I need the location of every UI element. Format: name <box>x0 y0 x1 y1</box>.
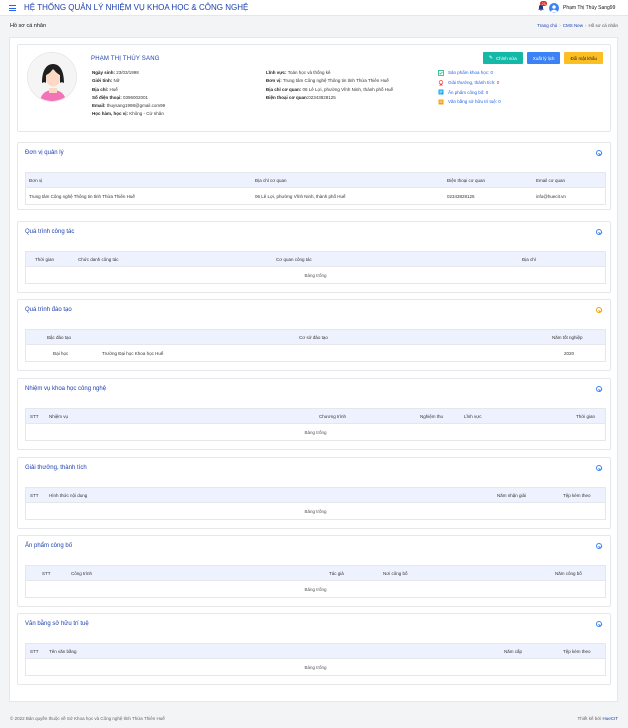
footer-copyright: © 2022 Bản quyền thuộc về Sở Khoa học và… <box>10 716 165 721</box>
app-title: HỆ THỐNG QUẢN LÝ NHIỆM VỤ KHOA HỌC & CÔN… <box>24 3 249 12</box>
breadcrumb-cms[interactable]: CMS New <box>563 23 583 28</box>
collapse-icon[interactable] <box>596 465 602 471</box>
top-navbar: HỆ THỐNG QUẢN LÝ NHIỆM VỤ KHOA HỌC & CÔN… <box>0 0 628 16</box>
award-icon <box>438 79 444 86</box>
hamburger-menu-icon[interactable] <box>9 5 16 11</box>
stat-publications[interactable]: Ấn phẩm công bố: 0 <box>438 88 501 98</box>
notification-badge: 21 <box>540 1 548 6</box>
email-row: Email: thuysang1998@gmail.com99 <box>92 103 166 109</box>
table-header: Bậc đào tạo Cơ sở đào tạo Năm tốt nghiệp <box>26 330 605 345</box>
awards-table: STT Hình thức nội dung Năm nhận giải Tệp… <box>25 487 606 520</box>
profile-info-left: Ngày sinh: 23/03/1998 Giới tính: Nữ Địa … <box>92 69 165 119</box>
footer-credit: Thiết kế bởi HueCIT <box>577 716 619 721</box>
stat-ip-certificates[interactable]: Văn bằng sở hữu trí tuệ: 0 <box>438 97 501 107</box>
profile-info-right: Lĩnh vực: Toán học và thống kê Đơn vị: T… <box>266 69 393 102</box>
work-table: Thời gian Chức danh công tác Cơ quan côn… <box>25 251 606 284</box>
table-header: STT Công trình Tác giả Nơi công bố Năm c… <box>26 566 605 581</box>
profile-stats: Sản phẩm khoa học: 0 Giải thưởng, thành … <box>438 68 501 107</box>
certificate-icon <box>438 99 444 105</box>
phone-row: Số điện thoại: 0396002001 <box>92 94 149 100</box>
table-empty-row: Bảng trống <box>304 665 327 670</box>
collapse-icon[interactable] <box>596 543 602 549</box>
tasks-table: STT Nhiệm vụ Chương trình Nghiệm thu Lĩn… <box>25 408 606 441</box>
profile-name: PHẠM THỊ THÚY SANG <box>91 56 160 62</box>
profile-actions: ✎ Chỉnh sửa Xuất lý lịch Đổi mật khẩu <box>482 52 603 64</box>
section-title: Ấn phẩm công bố <box>25 543 73 549</box>
section-title: Quá trình công tác <box>25 229 75 235</box>
profile-card: PHẠM THỊ THÚY SANG Ngày sinh: 23/03/1998… <box>17 44 611 132</box>
change-password-button[interactable]: Đổi mật khẩu <box>564 52 603 64</box>
unit-row: Đơn vị: Trung tâm Công nghệ Thông tin tỉ… <box>266 78 389 84</box>
table-header: Thời gian Chức danh công tác Cơ quan côn… <box>26 252 605 267</box>
table-empty-row: Bảng trống <box>304 273 327 278</box>
education-table: Bậc đào tạo Cơ sở đào tạo Năm tốt nghiệp… <box>25 329 606 362</box>
designer-link[interactable]: HueCIT <box>602 716 618 721</box>
user-avatar[interactable] <box>549 3 559 13</box>
table-empty-row: Bảng trống <box>304 587 327 592</box>
field-row: Lĩnh vực: Toán học và thống kê <box>266 70 331 75</box>
stat-awards[interactable]: Giải thưởng, thành tích: 0 <box>438 78 501 88</box>
section-publications: Ấn phẩm công bố STT Công trình Tác giả N… <box>17 535 611 607</box>
section-education: Quá trình đào tạo Bậc đào tạo Cơ sở đào … <box>17 299 611 371</box>
collapse-icon[interactable] <box>596 386 602 392</box>
degree-row: Học hàm, học vị: Không - Cử nhân <box>92 111 164 117</box>
table-row: Trung tâm Công nghệ Thông tin tỉnh Thừa … <box>29 194 566 199</box>
profile-avatar <box>27 52 77 102</box>
publications-table: STT Công trình Tác giả Nơi công bố Năm c… <box>25 565 606 598</box>
publication-icon <box>438 89 444 95</box>
user-name[interactable]: Phạm Thị Thúy Sang99 <box>563 5 615 11</box>
stat-science-products[interactable]: Sản phẩm khoa học: 0 <box>438 68 501 78</box>
breadcrumb-current: Hồ sơ cá nhân <box>588 23 618 28</box>
collapse-icon[interactable] <box>596 307 602 313</box>
section-awards: Giải thưởng, thành tích STT Hình thức nộ… <box>17 457 611 529</box>
table-header: STT Tên văn bằng Năm cấp Tệp kèm theo <box>26 644 605 659</box>
table-row: Đại học Trường Đại học Khoa học Huế 2020 <box>53 351 575 356</box>
section-work-history: Quá trình công tác Thời gian Chức danh c… <box>17 221 611 293</box>
section-title: Giải thưởng, thành tích <box>25 465 87 471</box>
page-title: Hồ sơ cá nhân <box>10 23 47 29</box>
gender-row: Giới tính: Nữ <box>92 78 120 84</box>
table-empty-row: Bảng trống <box>304 509 327 514</box>
table-header: STT Nhiệm vụ Chương trình Nghiệm thu Lĩn… <box>26 409 605 424</box>
section-title: Văn bằng sở hữu trí tuệ <box>25 621 89 627</box>
collapse-icon[interactable] <box>596 229 602 235</box>
book-icon <box>438 69 444 76</box>
collapse-icon[interactable] <box>596 150 602 156</box>
breadcrumb: Trang chủ › CMS New › Hồ sơ cá nhân <box>537 23 618 28</box>
patents-table: STT Tên văn bằng Năm cấp Tệp kèm theo Bả… <box>25 643 606 676</box>
pencil-icon: ✎ <box>488 55 493 61</box>
address-row: Địa chỉ: Huế <box>92 86 118 92</box>
section-title: Quá trình đào tạo <box>25 307 72 313</box>
breadcrumb-home[interactable]: Trang chủ <box>537 23 557 28</box>
section-title: Nhiệm vụ khoa học công nghệ <box>25 386 107 392</box>
collapse-icon[interactable] <box>596 621 602 627</box>
office-address-row: Địa chỉ cơ quan: 06 Lê Lợi, phường Vĩnh … <box>266 86 393 92</box>
section-ip-certificates: Văn bằng sở hữu trí tuệ STT Tên văn bằng… <box>17 613 611 685</box>
units-table: Đơn vị Địa chỉ cơ quan Điện thoại cơ qua… <box>25 172 606 205</box>
section-managing-unit: Đơn vị quản lý Đơn vị Địa chỉ cơ quan Đi… <box>17 142 611 210</box>
section-title: Đơn vị quản lý <box>25 150 64 156</box>
office-phone-row: Điện thoại cơ quan:02343828125 <box>266 94 336 100</box>
table-header: STT Hình thức nội dung Năm nhận giải Tệp… <box>26 488 605 503</box>
table-header: Đơn vị Địa chỉ cơ quan Điện thoại cơ qua… <box>26 173 605 188</box>
section-science-tasks: Nhiệm vụ khoa học công nghệ STT Nhiệm vụ… <box>17 378 611 450</box>
export-cv-button[interactable]: Xuất lý lịch <box>526 52 561 64</box>
content-wrapper: PHẠM THỊ THÚY SANG Ngày sinh: 23/03/1998… <box>9 37 618 702</box>
dob-row: Ngày sinh: 23/03/1998 <box>92 70 139 75</box>
table-empty-row: Bảng trống <box>304 430 327 435</box>
edit-profile-button[interactable]: ✎ Chỉnh sửa <box>482 52 523 64</box>
